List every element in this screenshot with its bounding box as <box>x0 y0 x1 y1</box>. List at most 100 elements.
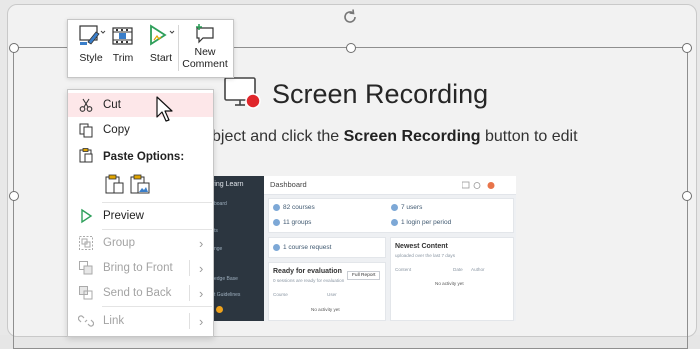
groups-icon <box>273 219 280 226</box>
new-comment-button[interactable]: New Comment <box>181 23 229 75</box>
slide-subtitle: bject and click the Screen Recording but… <box>212 128 578 146</box>
thumb-topbar-icons <box>462 181 495 189</box>
thumb-topbar-title: Dashboard <box>270 180 307 189</box>
users-icon <box>391 204 398 211</box>
group-icon <box>79 236 93 250</box>
thumb-newest-title: Newest Content <box>395 243 448 250</box>
thumb-newest-col: Date <box>453 267 463 272</box>
request-icon <box>273 244 280 251</box>
subtitle-bold: Screen Recording <box>343 128 481 145</box>
thumb-groups: 11 groups <box>283 219 312 226</box>
thumb-full-report-button: Full Report <box>347 271 381 280</box>
trim-button[interactable]: Trim <box>110 23 136 75</box>
courses-icon <box>273 204 280 211</box>
menu-divider <box>102 306 212 307</box>
thumb-sidebar-item: edge Base <box>214 276 238 282</box>
chevron-right-icon: › <box>199 235 204 251</box>
thumb-ready-title: Ready for evaluation <box>273 268 342 275</box>
bring-front-icon <box>79 261 93 275</box>
thumb-users: 7 users <box>401 204 423 211</box>
rotate-handle-icon[interactable] <box>341 8 359 26</box>
resize-handle-right[interactable] <box>682 191 692 201</box>
chevron-right-icon: › <box>199 285 204 301</box>
menu-divider <box>102 229 212 230</box>
slide-title: Screen Recording <box>272 78 489 109</box>
paste-keep-source-icon[interactable] <box>104 173 126 195</box>
menu-cut-label: Cut <box>103 99 121 111</box>
menu-bring-front-label: Bring to Front <box>103 262 173 274</box>
thumb-course-request: 1 course request <box>283 244 332 251</box>
scissors-icon <box>79 98 93 112</box>
thumb-ready-empty: No activity yet <box>311 307 340 312</box>
start-label: Start <box>149 52 173 64</box>
mouse-cursor-icon <box>156 96 173 122</box>
resize-handle-left[interactable] <box>9 191 19 201</box>
thumb-brand: ring Learn <box>212 181 244 188</box>
paste-icon <box>79 148 93 163</box>
menu-link-label: Link <box>103 315 125 327</box>
trim-label: Trim <box>112 52 134 64</box>
thumb-sidebar-item: t Guidelines <box>214 292 241 298</box>
thumb-ready-card: Ready for evaluation 0 sessions are read… <box>268 262 386 321</box>
send-back-icon <box>79 286 93 300</box>
chevron-right-icon: › <box>199 313 204 329</box>
menu-item-bring-to-front[interactable]: Bring to Front › <box>68 256 213 280</box>
thumb-login: 1 login per period <box>401 219 452 226</box>
copy-icon <box>79 123 93 138</box>
start-icon <box>150 24 175 46</box>
thumb-request-card: 1 course request <box>268 237 386 258</box>
menu-group-label: Group <box>103 237 135 249</box>
thumb-ready-sub: 0 sessions are ready for evaluation <box>273 278 345 283</box>
thumb-ready-col: User <box>327 292 337 297</box>
context-menu: Cut Copy Paste Options: Preview Group › … <box>67 89 214 337</box>
menu-item-send-to-back[interactable]: Send to Back › <box>68 281 213 305</box>
thumb-sidebar-item: nge <box>214 246 223 252</box>
thumb-stats-card: 82 courses 11 groups 7 users 1 login per… <box>268 198 514 233</box>
thumb-newest-empty: No activity yet <box>435 281 464 286</box>
screen-recording-icon <box>224 77 261 109</box>
submenu-separator <box>189 260 190 276</box>
trim-icon <box>112 27 133 45</box>
submenu-separator <box>189 285 190 301</box>
recording-thumbnail[interactable]: ring Learn board ts nge edge Base t Guid… <box>210 176 516 321</box>
new-comment-label-1: New <box>194 46 216 58</box>
menu-item-copy[interactable]: Copy <box>68 118 213 142</box>
mini-toolbar: Style Trim Start New Comment <box>67 19 234 78</box>
thumb-newest-sub: uploaded over the last 7 days <box>395 253 456 258</box>
thumb-newest-col: Content <box>395 267 412 272</box>
thumb-sidebar-item: ts <box>214 228 218 234</box>
thumb-user-dot <box>216 306 223 313</box>
submenu-separator <box>189 313 190 329</box>
thumb-newest-card: Newest Content uploaded over the last 7 … <box>390 237 514 321</box>
menu-preview-label: Preview <box>103 210 144 222</box>
resize-handle-top-right[interactable] <box>682 43 692 53</box>
link-icon <box>78 315 94 327</box>
paste-picture-icon[interactable] <box>129 173 151 195</box>
menu-copy-label: Copy <box>103 124 130 136</box>
menu-send-back-label: Send to Back <box>103 287 172 299</box>
thumb-ready-col: Course <box>273 292 288 297</box>
style-button[interactable]: Style <box>76 23 106 75</box>
subtitle-text-2: button to edit <box>480 128 578 145</box>
mini-toolbar-separator <box>178 25 179 71</box>
new-comment-label-2: Comment <box>182 58 228 70</box>
menu-divider <box>102 202 212 203</box>
thumb-newest-col: Author <box>471 267 485 272</box>
menu-item-link[interactable]: Link › <box>68 309 213 333</box>
start-button[interactable]: Start <box>145 23 177 75</box>
menu-item-group[interactable]: Group › <box>68 231 213 255</box>
login-icon <box>391 219 398 226</box>
paste-options-heading: Paste Options: <box>103 151 185 163</box>
menu-item-preview[interactable]: Preview <box>68 204 213 228</box>
play-icon <box>81 208 93 224</box>
menu-item-cut[interactable]: Cut <box>68 93 213 117</box>
subtitle-text-1: bject and click the <box>212 128 344 145</box>
style-icon <box>79 25 106 45</box>
thumb-sidebar-item: board <box>214 201 227 207</box>
thumb-sidebar: ring Learn board ts nge edge Base t Guid… <box>210 176 264 321</box>
new-comment-icon <box>196 24 214 44</box>
resize-handle-top[interactable] <box>346 43 356 53</box>
chevron-right-icon: › <box>199 260 204 276</box>
resize-handle-top-left[interactable] <box>9 43 19 53</box>
style-label: Style <box>79 52 103 64</box>
